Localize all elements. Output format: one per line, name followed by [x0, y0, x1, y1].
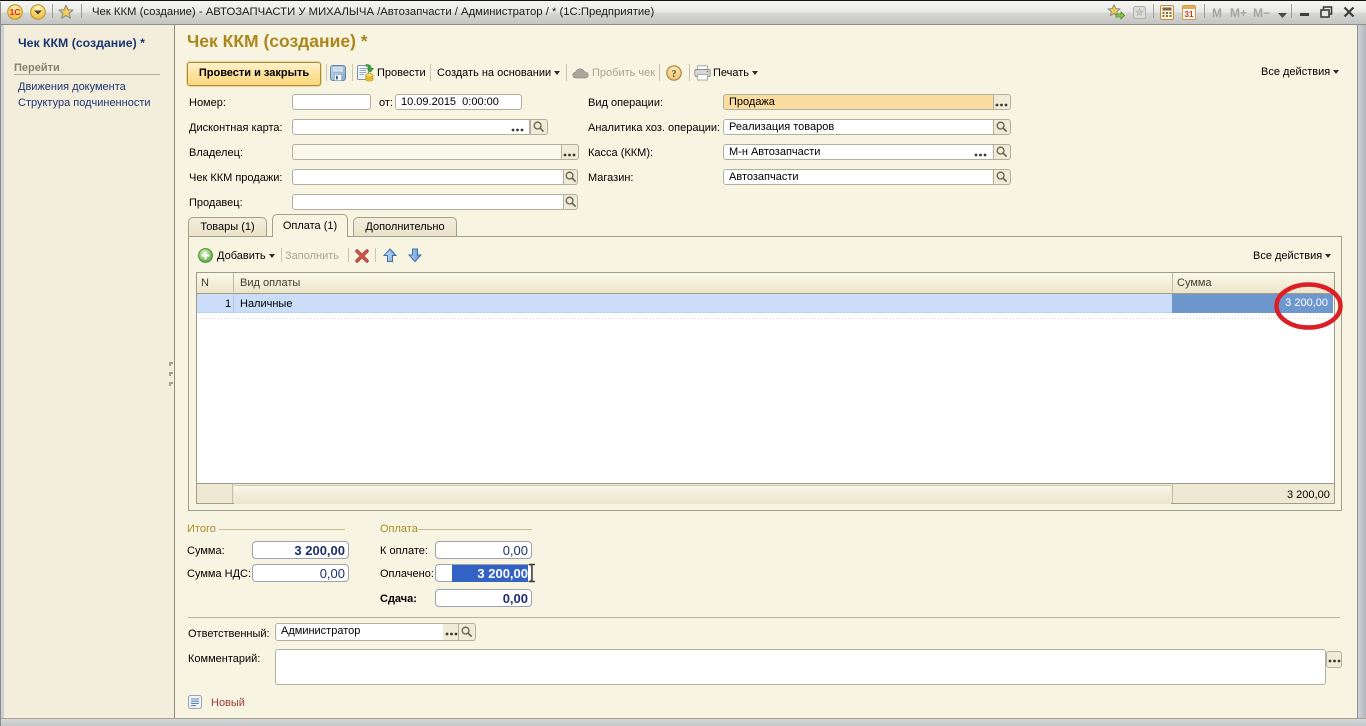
svg-text:1С: 1С [10, 7, 21, 17]
svg-text:?: ? [672, 69, 677, 80]
svg-text:31: 31 [1185, 10, 1194, 19]
